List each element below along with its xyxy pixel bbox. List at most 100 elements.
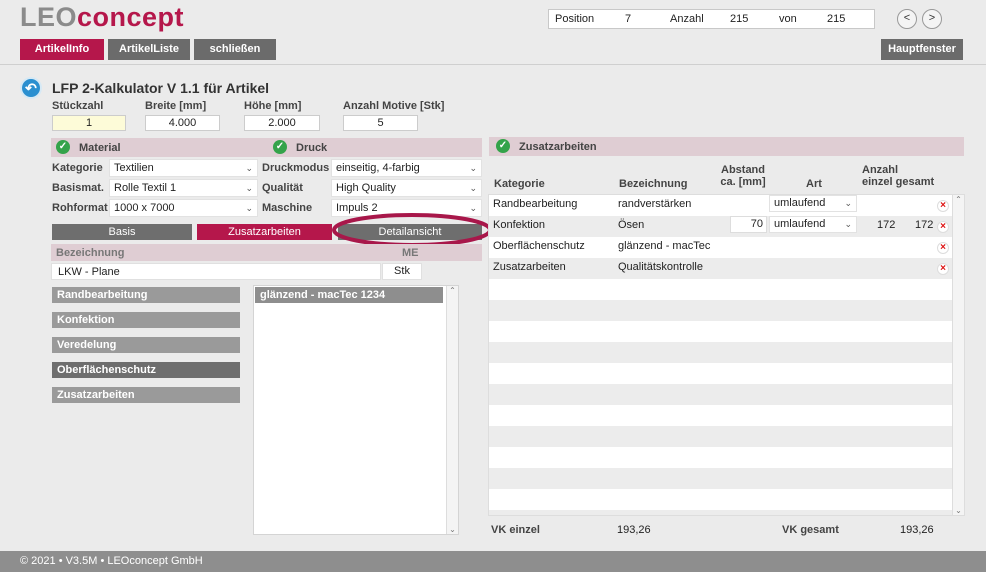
stueckzahl-label: Stückzahl [52,100,104,112]
row1-bezeichnung: randverstärken [618,198,692,210]
item-list: glänzend - macTec 1234 ⌃ ⌄ [253,285,459,535]
row2-einzel: 172 [877,219,896,231]
zusatz-header: ✓ Zusatzarbeiten [489,137,964,156]
delete-icon[interactable]: × [937,221,949,233]
bezeichnung-col-header: Bezeichnung [56,247,125,259]
row4-bezeichnung: Qualitätskontrolle [618,261,703,273]
chevron-down-icon: ⌄ [469,183,477,193]
druck-check-icon: ✓ [273,140,287,154]
record-navigator: Position 7 Anzahl 215 von 215 [548,9,875,29]
artikelliste-button[interactable]: ArtikelListe [108,39,190,60]
header-divider [0,64,986,65]
row1-art-select[interactable]: umlaufend ⌄ [769,195,857,212]
row2-abstand[interactable]: 70 [730,216,767,233]
category-oberflaechenschutz[interactable]: Oberflächenschutz [52,362,240,378]
zusatz-title: Zusatzarbeiten [519,141,597,153]
logo-leo: LEO [20,2,78,32]
category-veredelung[interactable]: Veredelung [52,337,240,353]
basismat-label: Basismat. [52,182,104,194]
prev-record-button[interactable]: < [897,9,917,29]
material-header: Material [79,142,121,154]
breite-field[interactable]: 4.000 [145,115,220,131]
basismat-value: Rolle Textil 1 [114,182,177,194]
logo-concept: concept [77,2,185,32]
me-value: Stk [382,263,422,280]
rohformat-value: 1000 x 7000 [114,202,175,214]
hoehe-label: Höhe [mm] [244,100,302,112]
row2-gesamt: 172 [915,219,934,231]
delete-icon[interactable]: × [937,242,949,254]
tab-basis[interactable]: Basis [52,224,192,240]
kategorie-label: Kategorie [52,162,103,174]
von-value: 215 [827,13,846,25]
col-kategorie: Kategorie [494,178,545,190]
zusatz-check-icon: ✓ [496,139,510,153]
qualitaet-select[interactable]: High Quality ⌄ [331,179,482,197]
chevron-down-icon: ⌄ [245,163,253,173]
chevron-down-icon: ⌄ [469,163,477,173]
chevron-down-icon: ⌄ [245,183,253,193]
col-anzahl-2: einzel gesamt [862,176,935,188]
list-item[interactable]: glänzend - macTec 1234 [255,287,443,303]
me-col-header: ME [402,247,419,259]
category-konfektion[interactable]: Konfektion [52,312,240,328]
chevron-down-icon: ⌄ [844,198,852,208]
hoehe-field[interactable]: 2.000 [244,115,320,131]
scroll-up-icon[interactable]: ⌃ [953,195,964,204]
qualitaet-label: Qualität [262,182,303,194]
scroll-up-icon[interactable]: ⌃ [447,286,458,295]
motive-label: Anzahl Motive [Stk] [343,100,445,112]
chevron-down-icon: ⌄ [844,219,852,229]
logo: LEOconcept [20,2,184,33]
vk-einzel-value: 193,26 [617,524,651,536]
schliessen-button[interactable]: schließen [194,39,276,60]
footer: © 2021 • V3.5M • LEOconcept GmbH [0,551,986,572]
qualitaet-value: High Quality [336,182,396,194]
bezeichnung-value-field[interactable]: LKW - Plane [51,263,381,280]
page-title: LFP 2-Kalkulator V 1.1 für Artikel [52,80,270,96]
row2-art: umlaufend [774,218,826,230]
artikelinfo-button[interactable]: ArtikelInfo [20,39,104,60]
vk-gesamt-label: VK gesamt [782,524,839,536]
kategorie-select[interactable]: Textilien ⌄ [109,159,258,177]
bezeichnung-header: Bezeichnung ME [51,244,482,261]
col-abstand-1: Abstand [721,164,765,176]
scroll-down-icon[interactable]: ⌄ [447,525,458,534]
delete-icon[interactable]: × [937,263,949,275]
kategorie-value: Textilien [114,162,154,174]
basismat-select[interactable]: Rolle Textil 1 ⌄ [109,179,258,197]
row2-art-select[interactable]: umlaufend ⌄ [769,216,857,233]
row1-art: umlaufend [774,197,826,209]
anzahl-value: 215 [730,13,749,25]
table-scrollbar[interactable]: ⌃ ⌄ [952,195,964,515]
material-druck-header: ✓ Material ✓ Druck [51,138,482,157]
scroll-down-icon[interactable]: ⌄ [953,506,964,515]
maschine-label: Maschine [262,202,313,214]
stueckzahl-field[interactable]: 1 [52,115,126,131]
material-check-icon: ✓ [56,140,70,154]
back-arrow-icon[interactable]: ↶ [20,77,42,99]
row3-bezeichnung: glänzend - macTec [618,240,711,252]
breite-label: Breite [mm] [145,100,207,112]
vk-einzel-label: VK einzel [491,524,540,536]
druckmodus-value: einseitig, 4-farbig [336,162,420,174]
vk-gesamt-value: 193,26 [900,524,934,536]
col-abstand-2: ca. [mm] [720,176,766,188]
category-randbearbeitung[interactable]: Randbearbeitung [52,287,240,303]
category-zusatzarbeiten[interactable]: Zusatzarbeiten [52,387,240,403]
druck-header: Druck [296,142,328,154]
list-scrollbar[interactable]: ⌃ ⌄ [446,286,458,534]
von-label: von [779,13,797,25]
rohformat-label: Rohformat [52,202,108,214]
druckmodus-select[interactable]: einseitig, 4-farbig ⌄ [331,159,482,177]
rohformat-select[interactable]: 1000 x 7000 ⌄ [109,199,258,217]
hauptfenster-button[interactable]: Hauptfenster [881,39,963,60]
next-record-button[interactable]: > [922,9,942,29]
position-label: Position [555,13,595,25]
motive-field[interactable]: 5 [343,115,418,131]
delete-icon[interactable]: × [937,200,949,212]
chevron-down-icon: ⌄ [245,203,253,213]
anzahl-label: Anzahl [670,13,704,25]
tab-zusatzarbeiten[interactable]: Zusatzarbeiten [197,224,332,240]
row3-kategorie: Oberflächenschutz [493,240,585,252]
